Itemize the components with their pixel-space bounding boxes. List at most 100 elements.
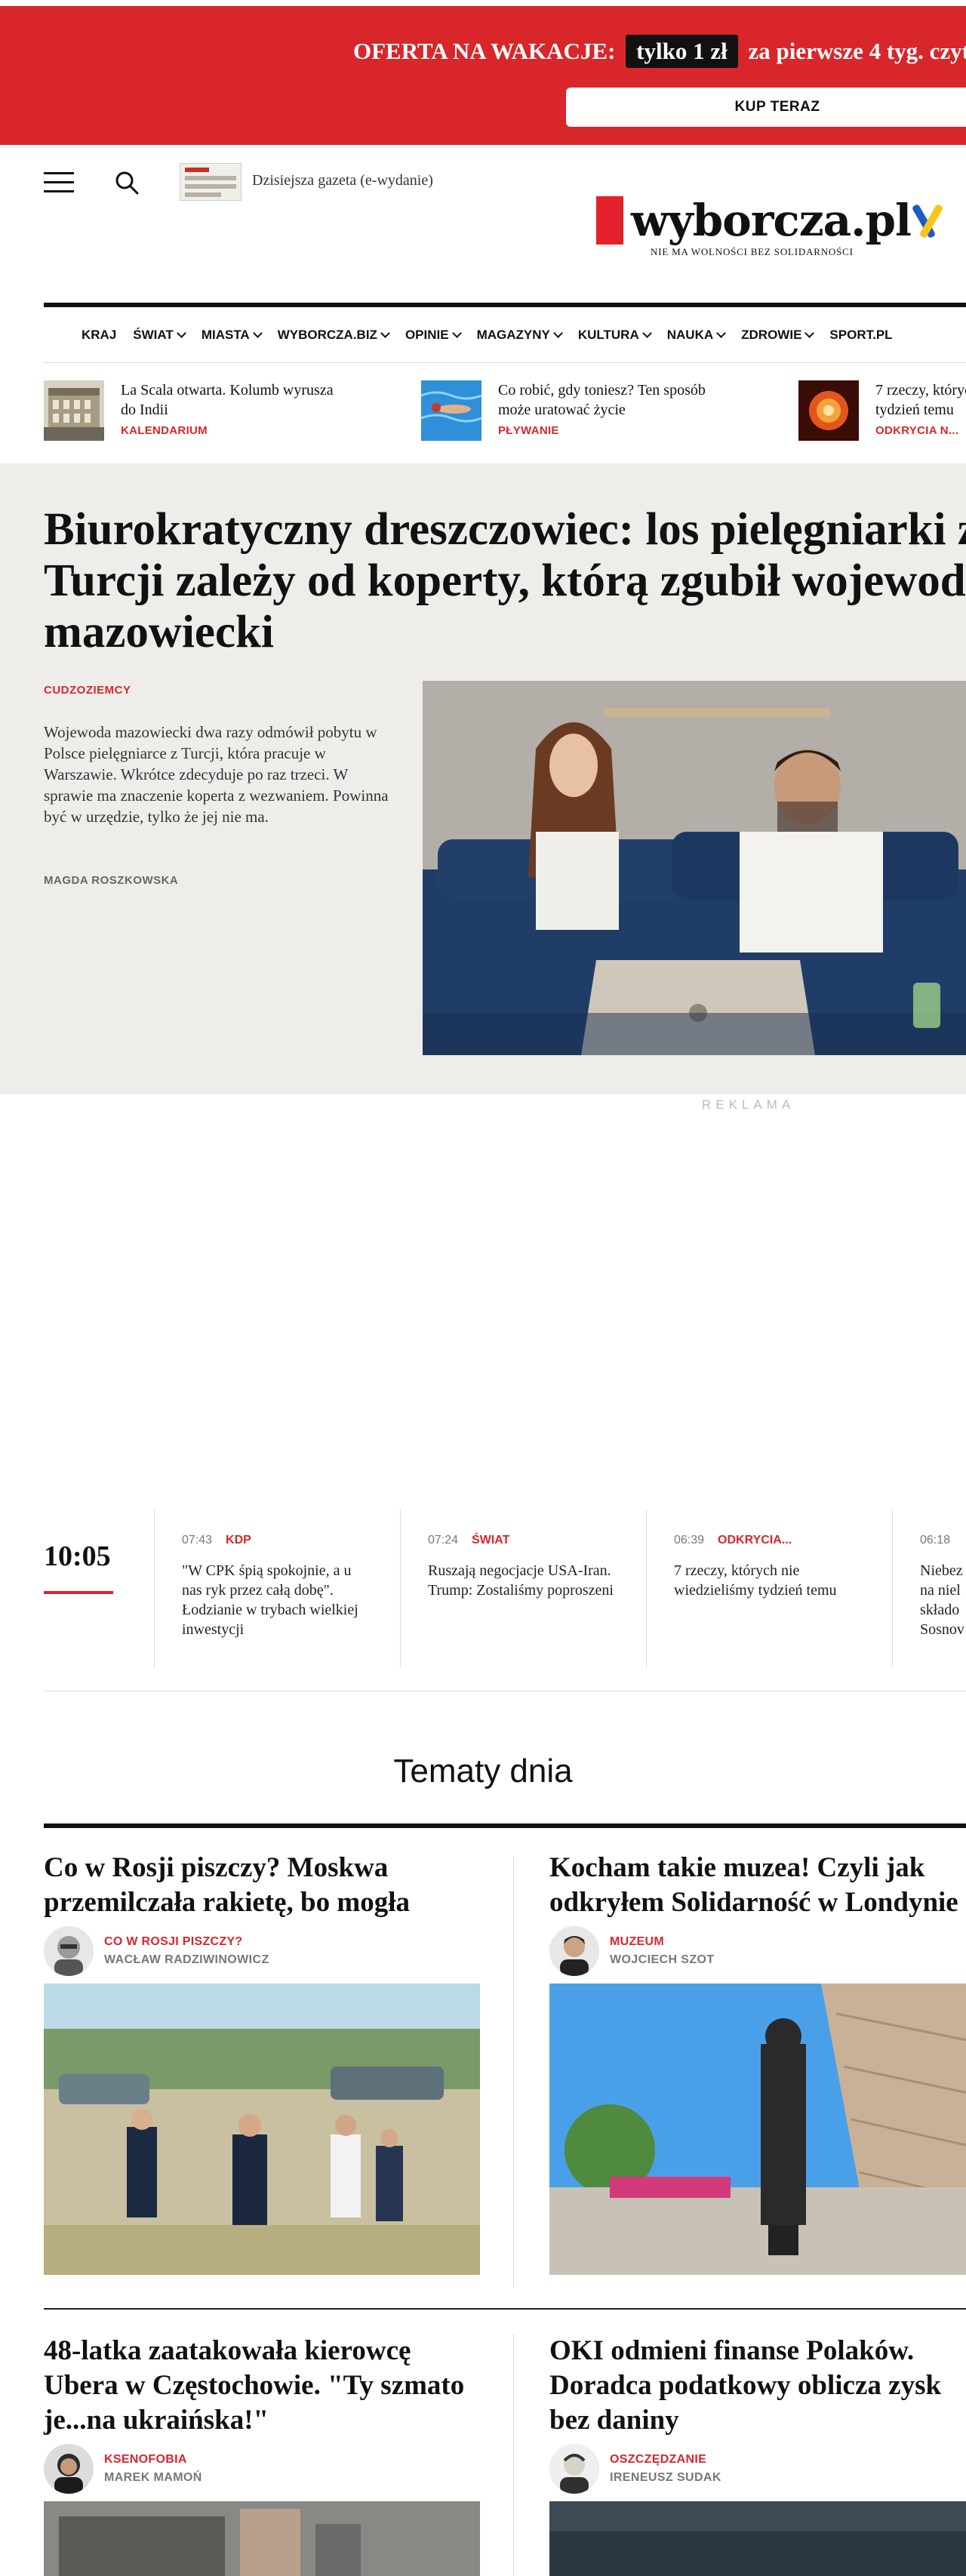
- chevron-down-icon[interactable]: [451, 328, 462, 338]
- hero-headline[interactable]: Biurokratyczny dreszczowiec: los pielęgn…: [44, 504, 966, 658]
- nav-item-zdrowie[interactable]: ZDROWIE: [741, 327, 815, 343]
- topic-image[interactable]: [44, 2501, 480, 2576]
- topic-image[interactable]: [44, 1984, 480, 2275]
- live-item-category[interactable]: KDP: [226, 1534, 251, 1547]
- teaser-item[interactable]: Co robić, gdy toniesz? Ten sposób może u…: [421, 367, 798, 463]
- chevron-down-icon[interactable]: [380, 328, 390, 338]
- chevron-down-icon[interactable]: [252, 328, 263, 338]
- topic-author[interactable]: WACŁAW RADZIWINOWICZ: [104, 1953, 269, 1967]
- topic-title[interactable]: OKI odmieni finanse Polaków. Doradca poda…: [549, 2334, 966, 2438]
- buy-now-button[interactable]: KUP TERAZ: [566, 88, 966, 127]
- logo-tagline: NIE MA WOLNOŚCI BEZ SOLIDARNOŚCI: [651, 246, 854, 257]
- logo-text: wyborcza.pl: [631, 195, 912, 246]
- live-underline: [44, 1591, 113, 1594]
- live-item[interactable]: 07:24 ŚWIAT Ruszają negocjacje USA-Iran. …: [400, 1510, 646, 1668]
- nav-item-wyborcza-biz[interactable]: WYBORCZA.BIZ: [278, 328, 390, 343]
- author-avatar[interactable]: [549, 2444, 599, 2494]
- live-item-category[interactable]: ŚWIAT: [472, 1534, 509, 1547]
- author-avatar[interactable]: [44, 2444, 94, 2494]
- nav-item-label: ZDROWIE: [741, 327, 802, 342]
- topic-byline: OSZCZĘDZANIE IRENEUSZ SUDAK: [549, 2444, 966, 2494]
- section-rule: [44, 1824, 966, 1828]
- live-item-time: 06:18: [920, 1534, 951, 1547]
- hero-lead: Wojewoda mazowiecki dwa razy odmówił pob…: [44, 723, 389, 826]
- topic-title[interactable]: 48-latka zaatakowała kierowcę Ubera w Czę…: [44, 2334, 481, 2438]
- teaser-title: 7 rzeczy, których nie wiedzieliśmy tydzi…: [875, 382, 966, 418]
- chevron-down-icon[interactable]: [716, 328, 727, 338]
- topic-byline: KSENOFOBIA MAREK MAMOŃ: [44, 2444, 481, 2494]
- topic-category[interactable]: MUZEUM: [610, 1935, 715, 1949]
- chevron-down-icon[interactable]: [552, 328, 563, 338]
- nav-item-label: SPORT.PL: [829, 327, 893, 342]
- live-item-category[interactable]: ODKRYCIA...: [718, 1534, 792, 1547]
- promo-text-before: OFERTA NA WAKACJE:: [353, 38, 616, 64]
- search-icon[interactable]: [113, 169, 140, 196]
- teaser-item[interactable]: 7 rzeczy, których nie wiedzieliśmy tydzi…: [798, 367, 966, 463]
- live-item[interactable]: 06:39 ODKRYCIA... 7 rzeczy, których nie w…: [646, 1510, 892, 1668]
- topic-category[interactable]: CO W ROSJI PISZCZY?: [104, 1935, 269, 1949]
- live-item-time: 07:24: [428, 1534, 459, 1547]
- teaser-title: La Scala otwarta. Kolumb wyrusza do Indi…: [121, 382, 334, 418]
- live-item-time: 06:39: [674, 1534, 705, 1547]
- chevron-down-icon[interactable]: [641, 328, 652, 338]
- promo-banner: OFERTA NA WAKACJE: tylko 1 zł za pierwsz…: [0, 0, 966, 145]
- topic-card[interactable]: 48-latka zaatakowała kierowcę Ubera w Czę…: [44, 2334, 481, 2576]
- live-current-time: 10:05: [44, 1540, 111, 1572]
- nav-item-kraj[interactable]: KRAJ: [82, 328, 116, 343]
- author-avatar[interactable]: [549, 1926, 599, 1976]
- chevron-down-icon[interactable]: [176, 328, 186, 338]
- row-separator: [44, 2308, 966, 2310]
- nav-item-kultura[interactable]: KULTURA: [578, 328, 652, 343]
- site-header: Dzisiejsza gazeta (e-wydanie) wyborcza.p…: [0, 145, 966, 303]
- nav-item-label: OPINIE: [405, 327, 449, 342]
- nav-item-sport-pl[interactable]: SPORT.PL: [829, 328, 892, 343]
- promo-text-after: za pierwsze 4 tyg. czytania. Złap: [748, 38, 966, 64]
- live-item-text[interactable]: Ruszają negocjacje USA-Iran. Trump: Zost…: [428, 1561, 619, 1600]
- teaser-image: [421, 380, 481, 441]
- topic-card[interactable]: OKI odmieni finanse Polaków. Doradca poda…: [549, 2334, 966, 2576]
- ukraine-ribbon-icon: [911, 202, 944, 239]
- live-item[interactable]: 07:43 KDP "W CPK śpią spokojnie, a u nas …: [154, 1510, 400, 1668]
- site-logo[interactable]: wyborcza.pl: [596, 192, 944, 249]
- teaser-category[interactable]: ODKRYCIA N...: [875, 424, 966, 437]
- hero-article: Biurokratyczny dreszczowiec: los pielęgn…: [0, 463, 966, 1094]
- topic-title[interactable]: Co w Rosji piszczy? Moskwa przemilczała r…: [44, 1851, 481, 1920]
- topic-byline: CO W ROSJI PISZCZY? WACŁAW RADZIWINOWICZ: [44, 1926, 481, 1976]
- topic-image[interactable]: [549, 2501, 966, 2576]
- topic-author[interactable]: MAREK MAMOŃ: [104, 2471, 202, 2485]
- live-item-text[interactable]: Niebez na niel składo Sosnov: [920, 1561, 966, 1639]
- live-item-time: 07:43: [182, 1534, 213, 1547]
- live-item[interactable]: 06:18 Niebez na niel składo Sosnov: [892, 1510, 966, 1668]
- teaser-category[interactable]: PŁYWANIE: [498, 424, 724, 437]
- menu-icon[interactable]: [44, 172, 74, 195]
- topic-card[interactable]: Kocham takie muzea! Czyli jak odkryłem So…: [549, 1851, 966, 2279]
- hero-photo[interactable]: [423, 681, 966, 1055]
- topic-author[interactable]: WOJCIECH SZOT: [610, 1953, 715, 1967]
- teaser-item[interactable]: La Scala otwarta. Kolumb wyrusza do Indi…: [44, 367, 421, 463]
- nav-item-nauka[interactable]: NAUKA: [667, 328, 727, 343]
- topic-category[interactable]: OSZCZĘDZANIE: [610, 2453, 721, 2467]
- promo-text: OFERTA NA WAKACJE: tylko 1 zł za pierwsz…: [353, 35, 966, 68]
- ad-label: REKLAMA: [702, 1097, 795, 1112]
- topic-card[interactable]: Co w Rosji piszczy? Moskwa przemilczała r…: [44, 1851, 481, 2279]
- live-item-text[interactable]: "W CPK śpią spokojnie, a u nas ryk przez…: [182, 1561, 373, 1639]
- nav-item-miasta[interactable]: MIASTA: [202, 328, 263, 343]
- nav-item-magazyny[interactable]: MAGAZYNY: [477, 328, 563, 343]
- nav-item-opinie[interactable]: OPINIE: [405, 327, 462, 343]
- newspaper-thumbnail[interactable]: [180, 163, 242, 201]
- topic-author[interactable]: IRENEUSZ SUDAK: [610, 2471, 721, 2485]
- e-edition-link[interactable]: Dzisiejsza gazeta (e-wydanie): [252, 172, 433, 189]
- topic-image[interactable]: [549, 1984, 966, 2275]
- chevron-down-icon[interactable]: [804, 328, 815, 338]
- nav-item-label: KRAJ: [82, 327, 117, 342]
- nav-item-label: ŚWIAT: [133, 327, 174, 342]
- section-title: Tematy dnia: [393, 1753, 573, 1790]
- hero-author[interactable]: MAGDA ROSZKOWSKA: [44, 874, 178, 887]
- author-avatar[interactable]: [44, 1926, 94, 1976]
- live-item-text[interactable]: 7 rzeczy, których nie wiedzieliśmy tydzi…: [674, 1561, 865, 1600]
- teaser-category[interactable]: KALENDARIUM: [121, 424, 347, 437]
- hero-category[interactable]: CUDZOZIEMCY: [44, 684, 131, 697]
- topic-title[interactable]: Kocham takie muzea! Czyli jak odkryłem So…: [549, 1851, 966, 1920]
- topic-category[interactable]: KSENOFOBIA: [104, 2453, 202, 2467]
- nav-item--wiat[interactable]: ŚWIAT: [133, 327, 186, 343]
